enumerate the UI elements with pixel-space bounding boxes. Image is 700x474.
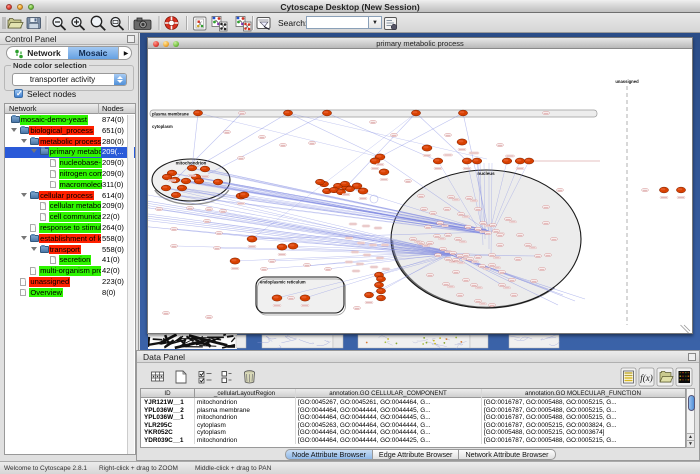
svg-text:f(x): f(x) bbox=[640, 373, 653, 383]
svg-text:cytoplasm: cytoplasm bbox=[152, 124, 173, 129]
svg-text:plasma membrane: plasma membrane bbox=[152, 111, 189, 116]
svg-text:mitochondrion: mitochondrion bbox=[176, 161, 207, 166]
svg-text:nucleus: nucleus bbox=[477, 171, 495, 176]
svg-text:endoplasmic reticulum: endoplasmic reticulum bbox=[260, 280, 306, 285]
svg-text:unassigned: unassigned bbox=[615, 79, 639, 84]
